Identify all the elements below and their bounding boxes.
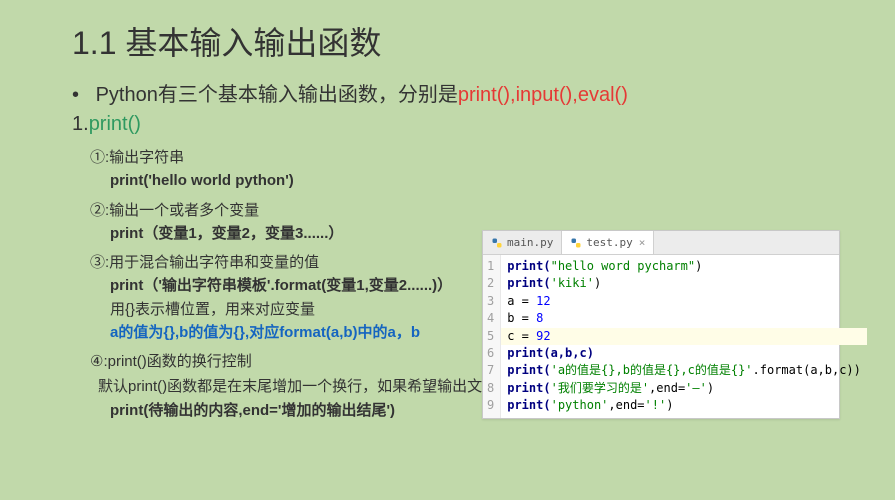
line-num: 1: [487, 258, 494, 275]
intro-line: • Python有三个基本输入输出函数，分别是print(),input(),e…: [72, 78, 895, 107]
line-num: 3: [487, 293, 494, 310]
code-editor: main.py test.py × 1 2 3 4 5 6 7 8 9 prin…: [482, 230, 840, 419]
code-line: print('python',end='!'): [507, 397, 861, 414]
subhead-num: 1.: [72, 113, 89, 135]
close-icon[interactable]: ×: [639, 236, 646, 249]
code-line: b = 8: [507, 310, 861, 327]
code-line: print(a,b,c): [507, 345, 861, 362]
line-num: 4: [487, 310, 494, 327]
python-icon: [491, 237, 503, 249]
subhead-func: print(): [89, 113, 141, 135]
code-area[interactable]: print("hello word pycharm")print('kiki')…: [501, 255, 867, 418]
code-line: a = 12: [507, 293, 861, 310]
bullet-icon: •: [72, 84, 90, 107]
line-gutter: 1 2 3 4 5 6 7 8 9: [483, 255, 501, 418]
subheading: 1.print(): [72, 113, 895, 136]
slide-title: 1.1 基本输入输出函数: [72, 18, 895, 64]
tab-main-py[interactable]: main.py: [483, 231, 562, 254]
tab-label: test.py: [586, 236, 632, 249]
item-1-code: print('hello world python'): [110, 169, 895, 192]
line-num: 9: [487, 397, 494, 414]
tab-test-py[interactable]: test.py ×: [562, 231, 654, 254]
code-line: print('kiki'): [507, 275, 861, 292]
intro-prefix: Python有三个基本输入输出函数，分别是: [96, 84, 458, 106]
code-line: print("hello word pycharm"): [507, 258, 861, 275]
code-line: print('我们要学习的是',end='—'): [507, 380, 861, 397]
item-2-label: ②:输出一个或者多个变量: [90, 199, 895, 222]
code-body: 1 2 3 4 5 6 7 8 9 print("hello word pych…: [483, 255, 839, 418]
editor-tabs: main.py test.py ×: [483, 231, 839, 255]
code-line: print('a的值是{},b的值是{},c的值是{}'.format(a,b,…: [507, 362, 861, 379]
line-num: 8: [487, 380, 494, 397]
code-line-highlighted: c = 92: [501, 328, 867, 345]
line-num: 7: [487, 362, 494, 379]
tab-label: main.py: [507, 236, 553, 249]
line-num: 6: [487, 345, 494, 362]
intro-funcs: print(),input(),eval(): [458, 84, 628, 106]
line-num: 2: [487, 275, 494, 292]
line-num: 5: [487, 328, 494, 345]
python-icon: [570, 237, 582, 249]
item-1-label: ①:输出字符串: [90, 146, 895, 169]
